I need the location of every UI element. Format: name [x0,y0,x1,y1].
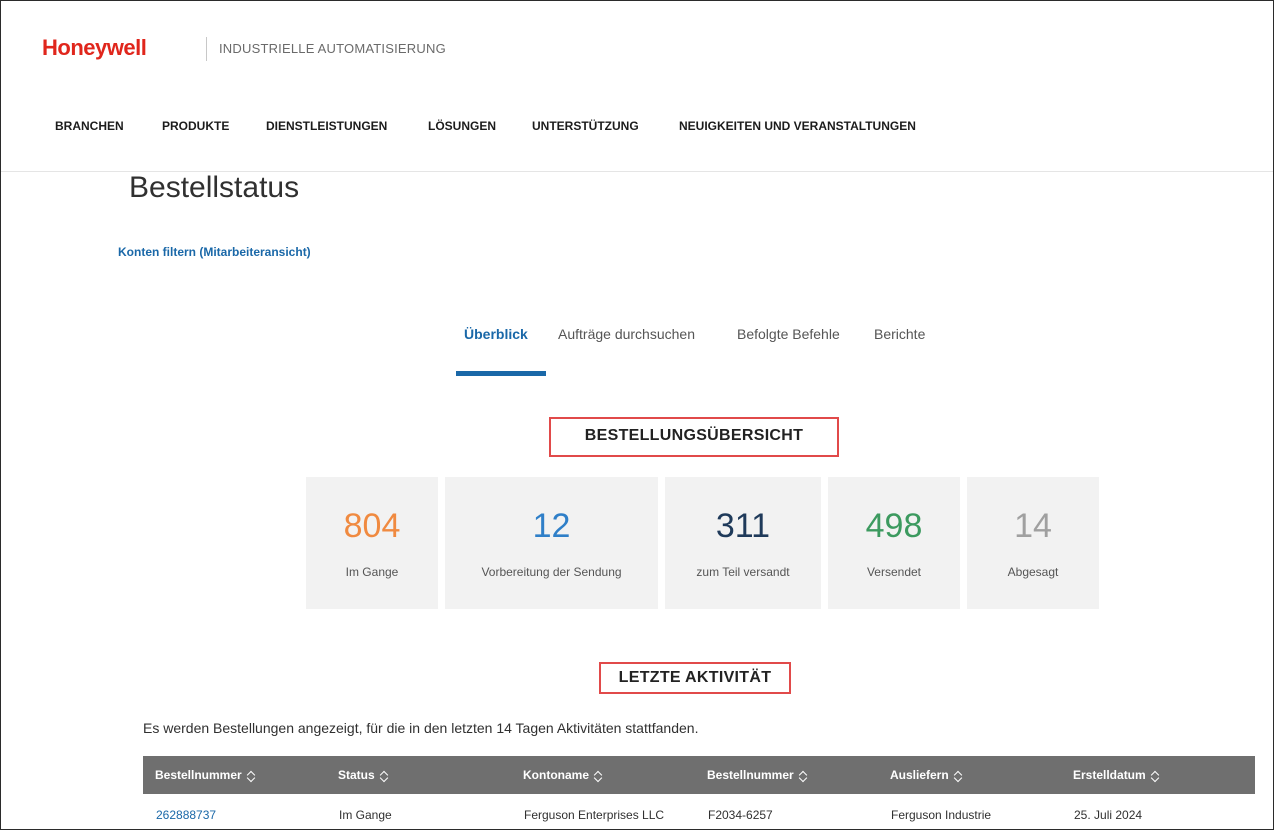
honeywell-logo[interactable]: Honeywell [42,35,147,61]
sort-icon[interactable] [594,770,603,782]
nav-item-unterstuetzung[interactable]: UNTERSTÜTZUNG [532,119,639,133]
column-header-label: Status [338,768,375,782]
status-card-shipped[interactable]: 498 Versendet [828,477,960,609]
page-title: Bestellstatus [129,171,300,204]
column-header-label: Ausliefern [890,768,949,782]
recent-activity-description: Es werden Bestellungen angezeigt, für di… [143,720,699,736]
status-card-value: 12 [532,507,571,545]
header-divider [206,37,207,61]
sort-icon[interactable] [1151,770,1160,782]
column-header-account-name[interactable]: Kontoname [523,768,603,782]
nav-item-neuigkeiten[interactable]: NEUIGKEITEN UND VERANSTALTUNGEN [679,119,916,133]
tab-befolgte-befehle[interactable]: Befolgte Befehle [737,326,840,342]
filter-accounts-link[interactable]: Konten filtern (Mitarbeiteransicht) [118,245,311,259]
nav-item-loesungen[interactable]: LÖSUNGEN [428,119,496,133]
status-card-label: zum Teil versandt [696,565,790,579]
sort-icon[interactable] [799,770,808,782]
status-card-value: 14 [1014,507,1052,545]
tab-ueberblick[interactable]: Überblick [464,326,528,342]
status-card-label: Versendet [866,565,922,579]
order-overview-title: BESTELLUNGSÜBERSICHT [549,417,839,457]
nav-item-produkte[interactable]: PRODUKTE [162,119,229,133]
status-card-preparing[interactable]: 12 Vorbereitung der Sendung [445,477,658,609]
nav-item-branchen[interactable]: BRANCHEN [55,119,124,133]
column-header-label: Bestellnummer [707,768,794,782]
column-header-ship-to[interactable]: Ausliefern [890,768,963,782]
page-frame: Honeywell INDUSTRIELLE AUTOMATISIERUNG B… [0,0,1274,830]
table-cell-created-date: 25. Juli 2024 [1074,808,1143,822]
sort-icon[interactable] [954,770,963,782]
column-header-status[interactable]: Status [338,768,389,782]
column-header-po-number[interactable]: Bestellnummer [707,768,808,782]
tab-auftraege-durchsuchen[interactable]: Aufträge durchsuchen [558,326,695,342]
orders-table-header: Bestellnummer Status Kontoname Bestellnu… [143,756,1255,794]
order-number-link[interactable]: 262888737 [156,808,216,822]
status-card-cancelled[interactable]: 14 Abgesagt [967,477,1099,609]
table-cell-status: Im Gange [339,808,392,822]
status-card-value: 804 [343,507,401,545]
status-card-label: Im Gange [345,565,399,579]
table-cell-account-name: Ferguson Enterprises LLC [524,808,665,822]
column-header-label: Bestellnummer [155,768,242,782]
column-header-label: Erstelldatum [1073,768,1146,782]
status-card-partially-shipped[interactable]: 311 zum Teil versandt [665,477,821,609]
status-card-value: 311 [715,507,771,545]
column-header-created-date[interactable]: Erstelldatum [1073,768,1160,782]
column-header-label: Kontoname [523,768,589,782]
site-header: Honeywell INDUSTRIELLE AUTOMATISIERUNG B… [1,1,1273,171]
sort-icon[interactable] [247,770,256,782]
header-tagline: INDUSTRIELLE AUTOMATISIERUNG [219,41,446,56]
sort-icon[interactable] [380,770,389,782]
active-tab-indicator [456,371,546,376]
nav-item-dienstleistungen[interactable]: DIENSTLEISTUNGEN [266,119,387,133]
status-card-in-progress[interactable]: 804 Im Gange [306,477,438,609]
recent-activity-title: LETZTE AKTIVITÄT [599,662,791,694]
tab-bar: Überblick Aufträge durchsuchen Befolgte … [1,326,1273,376]
status-card-label: Abgesagt [1007,565,1059,579]
column-header-order-number[interactable]: Bestellnummer [155,768,256,782]
table-cell-po-number: F2034-6257 [708,808,773,822]
status-card-label: Vorbereitung der Sendung [481,565,622,579]
table-cell-ship-to: Ferguson Industrie [891,808,992,822]
status-card-value: 498 [865,507,923,545]
tab-berichte[interactable]: Berichte [874,326,925,342]
